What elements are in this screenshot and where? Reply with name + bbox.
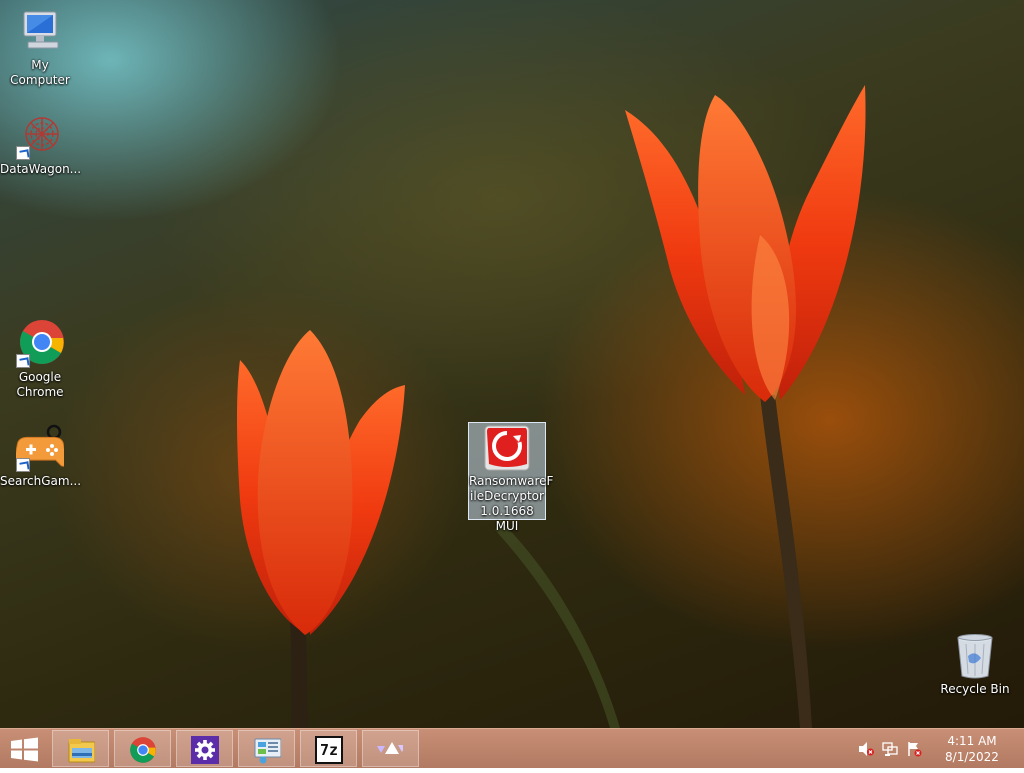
desktop-icon-label: Google Chrome — [16, 370, 64, 399]
clock-date: 8/1/2022 — [945, 750, 999, 764]
file-explorer-icon — [68, 739, 95, 763]
desktop: My Computer DataWagon... Google Chrome S… — [0, 0, 1024, 728]
trend-micro-icon — [484, 425, 530, 471]
computer-icon — [23, 11, 59, 49]
taskbar-triangles-app-button[interactable] — [362, 730, 419, 767]
desktop-icon-recycle-bin[interactable]: Recycle Bin — [935, 632, 1015, 697]
taskbar: 7z 4:11 AM 8/1/2022 — [0, 728, 1024, 768]
recycle-bin-icon — [957, 634, 993, 679]
desktop-icon-my-computer[interactable]: My Computer — [0, 8, 80, 88]
7zip-icon: 7z — [315, 736, 343, 764]
desktop-icon-datawagon[interactable]: DataWagon... — [0, 112, 82, 177]
desktop-icon-label: SearchGam... — [0, 474, 82, 488]
7zip-icon-text: 7z — [319, 741, 339, 759]
desktop-icon-google-chrome[interactable]: Google Chrome — [0, 320, 80, 400]
desktop-icon-ransomware-file-decryptor[interactable]: RansomwareF ileDecryptor 1.0.1668 MUI — [468, 422, 553, 533]
desktop-icon-label: My Computer — [10, 58, 70, 87]
chrome-icon — [130, 737, 156, 763]
control-panel-icon — [254, 738, 281, 764]
start-button[interactable] — [0, 729, 48, 769]
taskbar-control-panel-button[interactable] — [238, 730, 295, 767]
desktop-icon-label: RansomwareF ileDecryptor 1.0.1668 MUI — [469, 474, 554, 533]
taskbar-file-explorer-button[interactable] — [52, 730, 109, 767]
desktop-icon-label: Recycle Bin — [940, 682, 1010, 696]
action-center-flag-icon[interactable] — [906, 741, 922, 757]
settings-gear-icon — [191, 736, 219, 764]
taskbar-settings-button[interactable] — [176, 730, 233, 767]
clock[interactable]: 4:11 AM 8/1/2022 — [942, 733, 1002, 765]
volume-muted-icon[interactable] — [858, 741, 874, 757]
shortcut-arrow-icon — [16, 354, 30, 368]
desktop-icon-searchgames[interactable]: SearchGam... — [0, 424, 82, 489]
taskbar-7zip-button[interactable]: 7z — [300, 730, 357, 767]
triangles-app-icon — [377, 742, 403, 754]
shortcut-arrow-icon — [16, 458, 30, 472]
wallpaper-tulips — [237, 85, 866, 728]
system-tray: 4:11 AM 8/1/2022 — [854, 729, 1024, 769]
desktop-icon-label: DataWagon... — [0, 162, 82, 176]
network-icon[interactable] — [882, 741, 898, 757]
taskbar-chrome-button[interactable] — [114, 730, 171, 767]
shortcut-arrow-icon — [16, 146, 30, 160]
clock-time: 4:11 AM — [947, 734, 997, 748]
windows-logo-icon — [11, 737, 38, 762]
